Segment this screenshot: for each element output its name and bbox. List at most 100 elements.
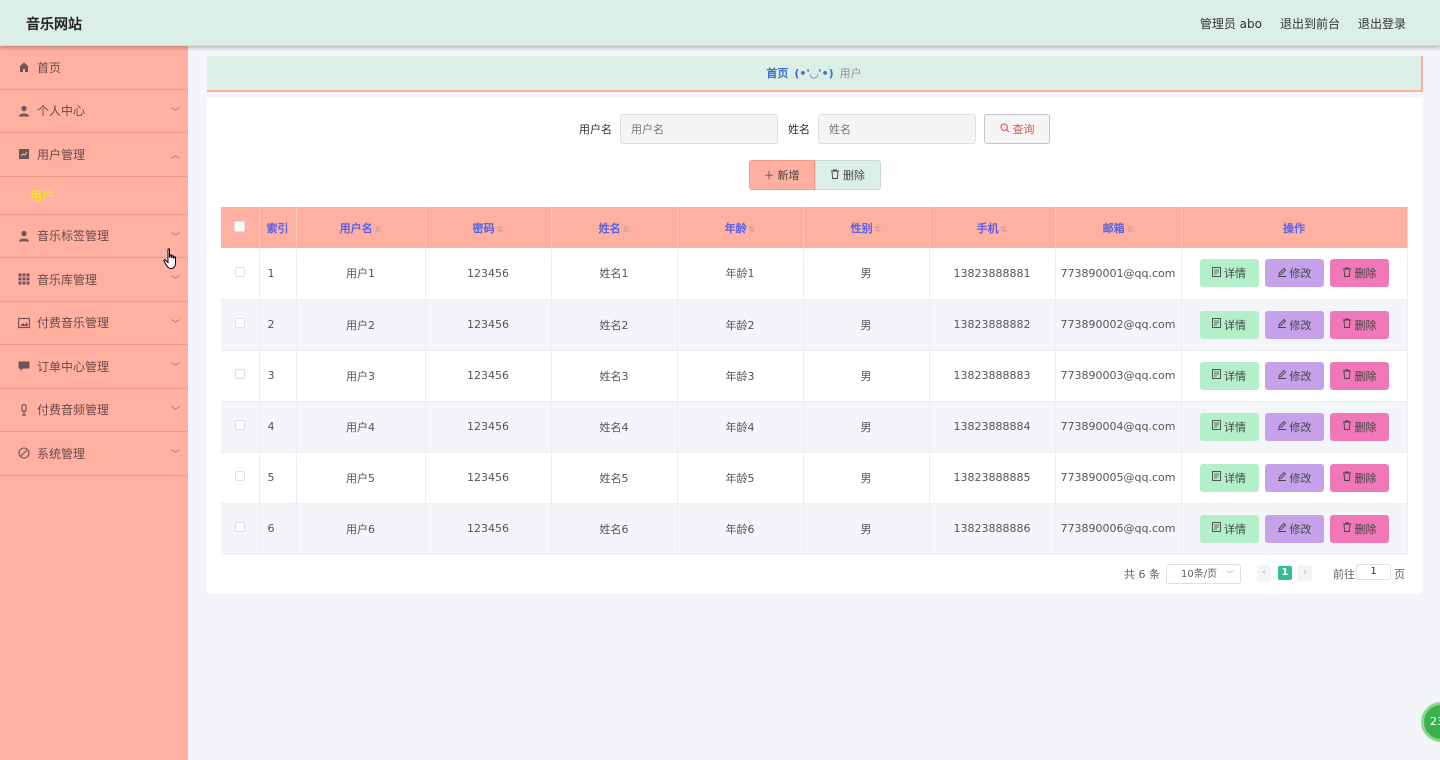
logout-link[interactable]: 退出登录 xyxy=(1358,15,1406,32)
edit-button[interactable]: 修改 xyxy=(1264,259,1324,288)
row-select-cell[interactable] xyxy=(221,401,260,453)
cell-username: 用户2 xyxy=(296,299,426,351)
row-checkbox[interactable] xyxy=(234,522,245,532)
batch-delete-label: 删除 xyxy=(843,169,865,182)
column-header[interactable]: 邮箱 ⇅ xyxy=(1055,207,1182,248)
username-search-input[interactable] xyxy=(620,114,778,144)
sidebar-item-label: 用户管理 xyxy=(37,147,86,162)
admin-name: 管理员 abo xyxy=(1199,17,1262,31)
sidebar-item-label: 付费音乐管理 xyxy=(37,316,110,331)
sidebar-item-music-tags[interactable]: 音乐标签管理 ﹀ xyxy=(0,215,188,258)
column-header[interactable]: 年龄 ⇅ xyxy=(677,207,804,248)
cell-gender: 男 xyxy=(803,452,930,504)
name-label: 姓名 xyxy=(788,123,810,136)
select-all-header[interactable] xyxy=(221,207,260,248)
query-button[interactable]: 查询 xyxy=(984,114,1050,144)
row-select-cell[interactable] xyxy=(221,452,260,504)
cell-email: 773890003@qq.com xyxy=(1055,350,1182,402)
cell-password: 123456 xyxy=(425,401,552,453)
table-row: 5 用户5 123456 姓名5 年龄5 男 13823888885 773890005@qq… xyxy=(221,452,1408,504)
cell-index: 2 xyxy=(259,299,297,351)
detail-label: 详情 xyxy=(1224,420,1246,434)
prev-page-button[interactable]: ‹ xyxy=(1257,565,1271,581)
delete-button[interactable]: 删除 xyxy=(1329,259,1389,288)
top-header: 音乐网站 管理员 abo 退出到前台 退出登录 xyxy=(0,0,1440,46)
column-header: 操作 xyxy=(1181,207,1408,248)
row-select-cell[interactable] xyxy=(221,350,260,402)
row-select-cell[interactable] xyxy=(221,299,260,351)
microphone-icon xyxy=(18,403,30,416)
row-checkbox[interactable] xyxy=(234,369,245,379)
cell-index: 3 xyxy=(259,350,297,402)
delete-button[interactable]: 删除 xyxy=(1329,514,1389,543)
back-to-front-link[interactable]: 退出到前台 xyxy=(1280,15,1340,32)
next-page-button[interactable]: › xyxy=(1298,565,1312,581)
site-title: 音乐网站 xyxy=(26,17,82,33)
detail-button[interactable]: 详情 xyxy=(1199,412,1259,441)
sidebar-item-user-management[interactable]: 用户管理 ︿ xyxy=(0,133,188,177)
row-checkbox[interactable] xyxy=(234,420,245,430)
detail-button[interactable]: 详情 xyxy=(1199,463,1259,492)
sidebar-item-label: 订单中心管理 xyxy=(37,359,110,374)
row-checkbox[interactable] xyxy=(234,471,245,481)
sidebar-subitem-users[interactable]: 用户 xyxy=(0,177,188,215)
column-header[interactable]: 手机 ⇅ xyxy=(929,207,1056,248)
delete-button[interactable]: 删除 xyxy=(1329,310,1389,339)
sidebar-item-personal-center[interactable]: 个人中心 ﹀ xyxy=(0,90,188,133)
detail-button[interactable]: 详情 xyxy=(1199,361,1259,390)
sort-icon: ⇅ xyxy=(496,224,504,234)
sidebar-item-order-center[interactable]: 订单中心管理 ﹀ xyxy=(0,345,188,389)
breadcrumb-home[interactable]: 首页 xyxy=(766,65,788,81)
name-search-input[interactable] xyxy=(818,114,976,144)
delete-button[interactable]: 删除 xyxy=(1329,361,1389,390)
cell-password: 123456 xyxy=(425,248,552,300)
edit-button[interactable]: 修改 xyxy=(1264,412,1324,441)
row-select-cell[interactable] xyxy=(221,248,260,300)
sidebar-item-label: 系统管理 xyxy=(37,446,86,461)
row-actions-cell: 详情 修改 删除 xyxy=(1181,350,1408,402)
detail-button[interactable]: 详情 xyxy=(1199,259,1259,288)
edit-button[interactable]: 修改 xyxy=(1264,361,1324,390)
row-select-cell[interactable] xyxy=(221,503,260,555)
add-button[interactable]: ＋ 新增 xyxy=(748,160,815,190)
cell-gender: 男 xyxy=(803,248,930,300)
sidebar-item-music-library[interactable]: 音乐库管理 ﹀ xyxy=(0,258,188,302)
cell-age: 年龄1 xyxy=(677,248,804,300)
document-icon xyxy=(1212,369,1221,382)
detail-button[interactable]: 详情 xyxy=(1199,310,1259,339)
delete-button[interactable]: 删除 xyxy=(1329,412,1389,441)
detail-button[interactable]: 详情 xyxy=(1199,514,1259,543)
sidebar-item-system[interactable]: 系统管理 ﹀ xyxy=(0,432,188,476)
cell-email: 773890005@qq.com xyxy=(1055,452,1182,504)
column-header[interactable]: 姓名 ⇅ xyxy=(551,207,678,248)
detail-label: 详情 xyxy=(1224,522,1246,536)
edit-button[interactable]: 修改 xyxy=(1264,310,1324,339)
batch-delete-button[interactable]: 删除 xyxy=(814,160,881,190)
column-header[interactable]: 用户名 ⇅ xyxy=(296,207,426,248)
row-checkbox[interactable] xyxy=(234,318,245,328)
page-size-select[interactable]: 10条/页 ﹀ xyxy=(1166,564,1241,584)
column-header[interactable]: 性别 ⇅ xyxy=(803,207,930,248)
detail-label: 详情 xyxy=(1224,267,1246,281)
delete-label: 删除 xyxy=(1354,318,1377,332)
hand-cursor-icon xyxy=(163,248,179,270)
edit-button[interactable]: 修改 xyxy=(1264,463,1324,492)
column-header[interactable]: 密码 ⇅ xyxy=(425,207,552,248)
sidebar-item-home[interactable]: 首页 xyxy=(0,46,188,90)
delete-button[interactable]: 删除 xyxy=(1329,463,1389,492)
cell-name: 姓名5 xyxy=(551,452,678,504)
delete-label: 删除 xyxy=(1354,369,1377,383)
cell-phone: 13823888883 xyxy=(929,350,1056,402)
sidebar-item-paid-audio[interactable]: 付费音频管理 ﹀ xyxy=(0,389,188,432)
sidebar-item-paid-music[interactable]: 付费音乐管理 ﹀ xyxy=(0,302,188,345)
page-number-1[interactable]: 1 xyxy=(1278,566,1292,580)
row-checkbox[interactable] xyxy=(234,266,245,277)
cell-gender: 男 xyxy=(803,350,930,402)
message-icon xyxy=(18,360,30,372)
select-all-checkbox[interactable] xyxy=(234,220,246,232)
cell-password: 123456 xyxy=(425,299,552,351)
edit-button[interactable]: 修改 xyxy=(1264,514,1324,543)
goto-page-input[interactable]: 1 xyxy=(1356,564,1391,580)
trash-icon xyxy=(1342,471,1352,484)
header-actions: 管理员 abo 退出到前台 退出登录 xyxy=(1200,15,1406,32)
